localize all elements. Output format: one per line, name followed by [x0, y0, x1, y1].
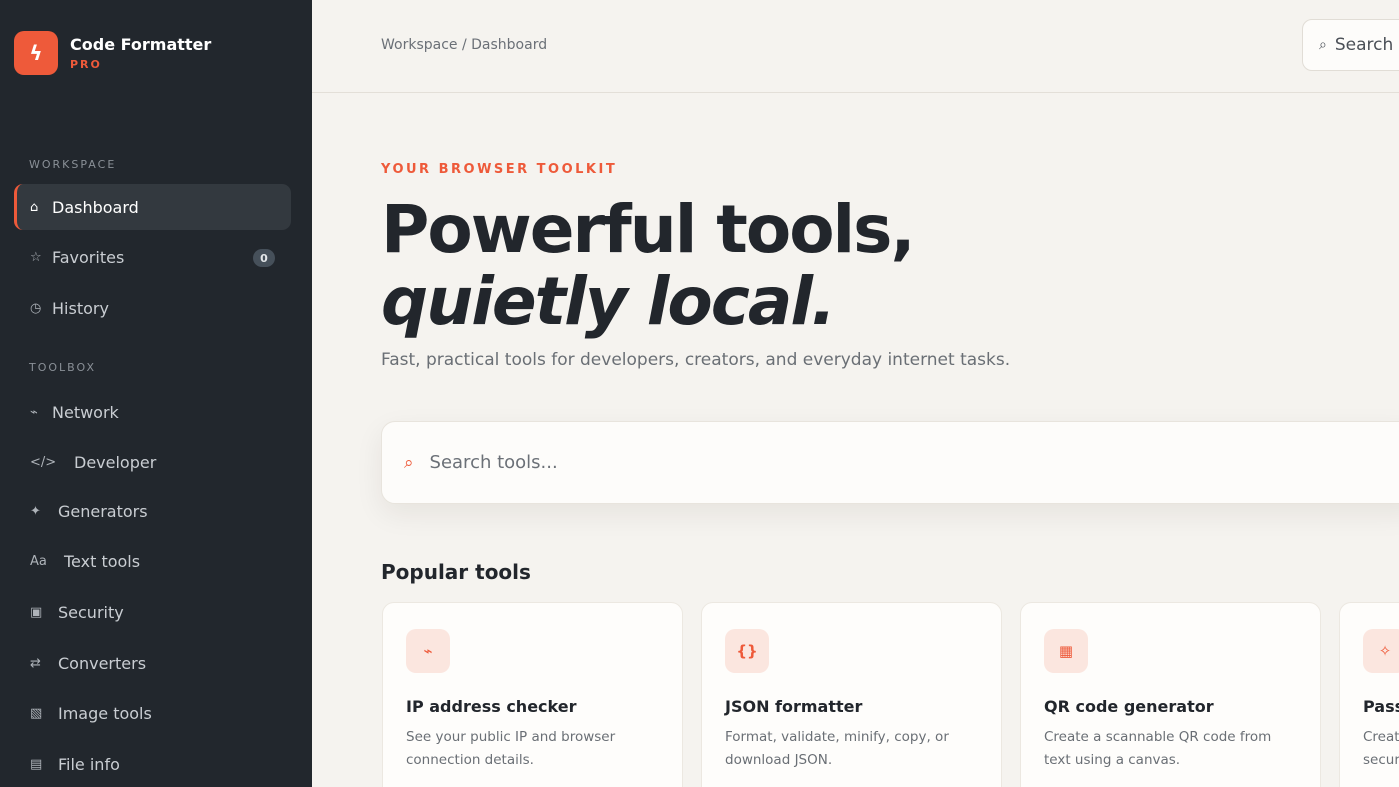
favorites-count-badge: 0 — [253, 249, 275, 267]
tool-card-title: QR code generator — [1044, 697, 1214, 716]
bolt-icon: ϟ — [14, 31, 58, 75]
tool-card-description: See your public IP and browser connectio… — [406, 729, 616, 768]
tool-card-description: Creat secur — [1363, 729, 1399, 768]
sidebar-item-label: Network — [52, 402, 119, 422]
tool-card-password[interactable]: ✧ Pass Creat secur — [1339, 602, 1399, 787]
hero-eyebrow: YOUR BROWSER TOOLKIT — [381, 162, 618, 177]
shield-icon: ▣ — [30, 604, 43, 620]
sidebar-item-file-info[interactable]: ▤ File info — [14, 741, 291, 787]
search-icon: ⌕ — [404, 452, 414, 473]
tool-search-box[interactable]: ⌕ — [381, 421, 1399, 504]
sidebar-item-developer[interactable]: </> Developer — [14, 439, 291, 485]
hero-subtitle: Fast, practical tools for developers, cr… — [381, 350, 1011, 370]
sparkle-icon: ✦ — [30, 503, 41, 519]
tool-card-qr-generator[interactable]: ▦ QR code generator Create a scannable Q… — [1020, 602, 1321, 787]
brand[interactable]: ϟ Code Formatter PRO — [14, 31, 211, 75]
tool-search-input[interactable] — [429, 452, 1030, 473]
sidebar-item-label: Dashboard — [52, 197, 139, 217]
brand-tier: PRO — [70, 58, 102, 71]
sidebar-item-dashboard[interactable]: ⌂ Dashboard — [14, 184, 291, 230]
network-icon: ⌁ — [30, 404, 38, 420]
sidebar-item-label: Text tools — [64, 551, 141, 571]
sidebar-item-label: Converters — [58, 653, 147, 673]
braces-icon: {} — [725, 629, 769, 673]
sidebar-item-label: Security — [58, 602, 124, 622]
tool-card-json-formatter[interactable]: {} JSON formatter Format, validate, mini… — [701, 602, 1002, 787]
sidebar-item-image-tools[interactable]: ▧ Image tools — [14, 690, 291, 736]
sidebar: ϟ Code Formatter PRO WORKSPACE ⌂ Dashboa… — [0, 0, 312, 787]
top-search-label: Search — [1334, 35, 1394, 55]
sidebar-item-network[interactable]: ⌁ Network — [14, 389, 291, 435]
star-icon: ☆ — [30, 249, 42, 265]
home-icon: ⌂ — [30, 199, 39, 215]
brand-name: Code Formatter — [70, 35, 212, 54]
search-icon: ⌕ — [1319, 37, 1327, 53]
qr-icon: ▦ — [1044, 629, 1088, 673]
code-icon: </> — [30, 454, 57, 470]
clock-icon: ◷ — [30, 300, 42, 316]
network-icon: ⌁ — [406, 629, 450, 673]
sidebar-item-label: Favorites — [52, 247, 125, 267]
page-title: Powerful tools, quietly local. — [381, 191, 916, 340]
sidebar-section-toolbox: TOOLBOX — [29, 361, 97, 374]
top-search-button[interactable]: ⌕ Search — [1302, 19, 1399, 71]
sidebar-section-workspace: WORKSPACE — [29, 158, 117, 171]
sidebar-item-label: History — [52, 298, 109, 318]
sidebar-item-converters[interactable]: ⇄ Converters — [14, 640, 291, 686]
image-icon: ▧ — [30, 705, 43, 721]
sidebar-item-label: File info — [58, 754, 120, 774]
sidebar-item-security[interactable]: ▣ Security — [14, 589, 291, 635]
sidebar-item-label: Developer — [74, 452, 157, 472]
tool-card-title: Pass — [1363, 697, 1399, 716]
breadcrumb: Workspace / Dashboard — [381, 37, 548, 53]
tool-card-ip-checker[interactable]: ⌁ IP address checker See your public IP … — [382, 602, 683, 787]
text-icon: Aa — [30, 553, 47, 569]
page-title-line1: Powerful tools, — [381, 191, 916, 268]
swap-icon: ⇄ — [30, 655, 41, 671]
tool-card-title: JSON formatter — [725, 697, 863, 716]
sidebar-item-label: Image tools — [58, 703, 152, 723]
file-icon: ▤ — [30, 756, 43, 772]
sparkle-icon: ✧ — [1363, 629, 1399, 673]
tool-card-description: Format, validate, minify, copy, or downl… — [725, 729, 949, 768]
sidebar-item-label: Generators — [58, 501, 148, 521]
tool-card-title: IP address checker — [406, 697, 577, 716]
page-title-line2: quietly local. — [381, 263, 836, 340]
popular-tools-heading: Popular tools — [381, 560, 531, 584]
sidebar-item-generators[interactable]: ✦ Generators — [14, 488, 291, 534]
topbar: Workspace / Dashboard ⌕ Search — [312, 0, 1399, 93]
sidebar-item-favorites[interactable]: ☆ Favorites 0 — [14, 234, 291, 280]
sidebar-item-history[interactable]: ◷ History — [14, 285, 291, 331]
sidebar-item-text-tools[interactable]: Aa Text tools — [14, 538, 291, 584]
tool-card-description: Create a scannable QR code from text usi… — [1044, 729, 1272, 768]
